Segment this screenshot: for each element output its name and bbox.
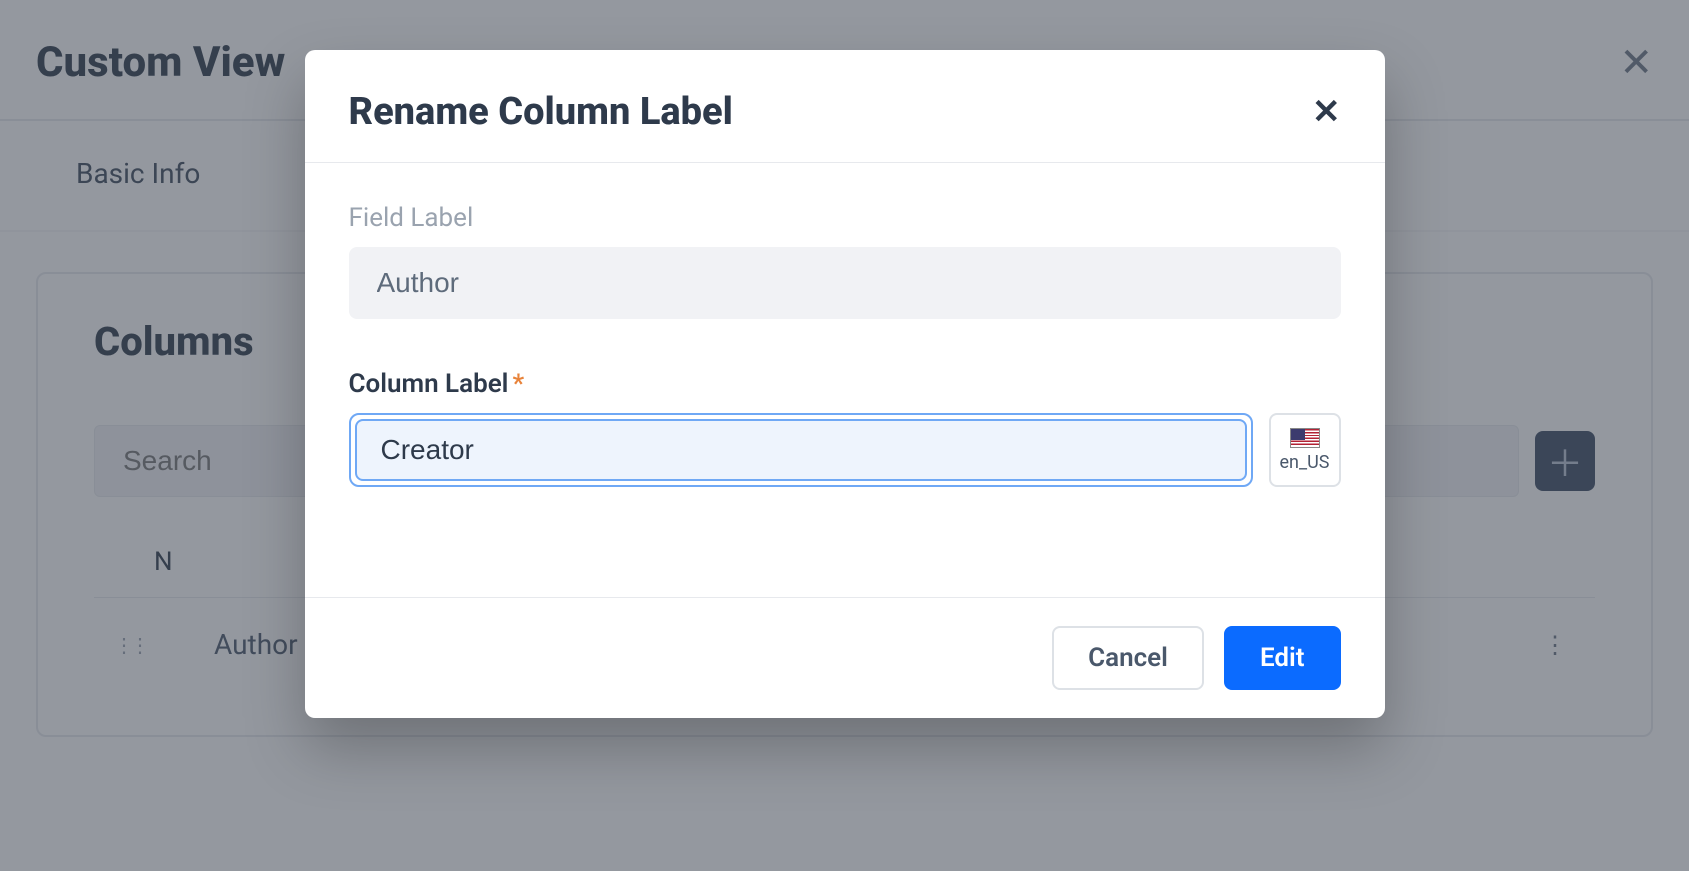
- field-label-input: [349, 247, 1341, 319]
- field-label-group: Field Label: [349, 203, 1341, 319]
- modal-overlay: Rename Column Label ✕ Field Label Column…: [0, 0, 1689, 871]
- flag-us-icon: [1290, 428, 1320, 448]
- rename-column-modal: Rename Column Label ✕ Field Label Column…: [305, 50, 1385, 718]
- close-icon[interactable]: ✕: [1312, 92, 1341, 132]
- locale-code: en_US: [1280, 452, 1330, 473]
- input-focus-ring: [349, 413, 1253, 487]
- edit-button[interactable]: Edit: [1224, 626, 1341, 690]
- cancel-label: Cancel: [1088, 643, 1168, 673]
- locale-button[interactable]: en_US: [1269, 413, 1341, 487]
- cancel-button[interactable]: Cancel: [1052, 626, 1204, 690]
- column-label-text: Column Label: [349, 369, 509, 399]
- edit-label: Edit: [1260, 643, 1305, 673]
- modal-body: Field Label Column Label* en_US: [305, 163, 1385, 597]
- modal-footer: Cancel Edit: [305, 597, 1385, 718]
- field-label-caption: Field Label: [349, 203, 1341, 233]
- column-label-input[interactable]: [355, 419, 1247, 481]
- modal-title: Rename Column Label: [349, 90, 733, 134]
- modal-header: Rename Column Label ✕: [305, 50, 1385, 163]
- column-label-row: en_US: [349, 413, 1341, 487]
- column-label-caption: Column Label*: [349, 369, 1341, 399]
- column-label-group: Column Label* en_US: [349, 369, 1341, 487]
- required-star: *: [512, 369, 524, 399]
